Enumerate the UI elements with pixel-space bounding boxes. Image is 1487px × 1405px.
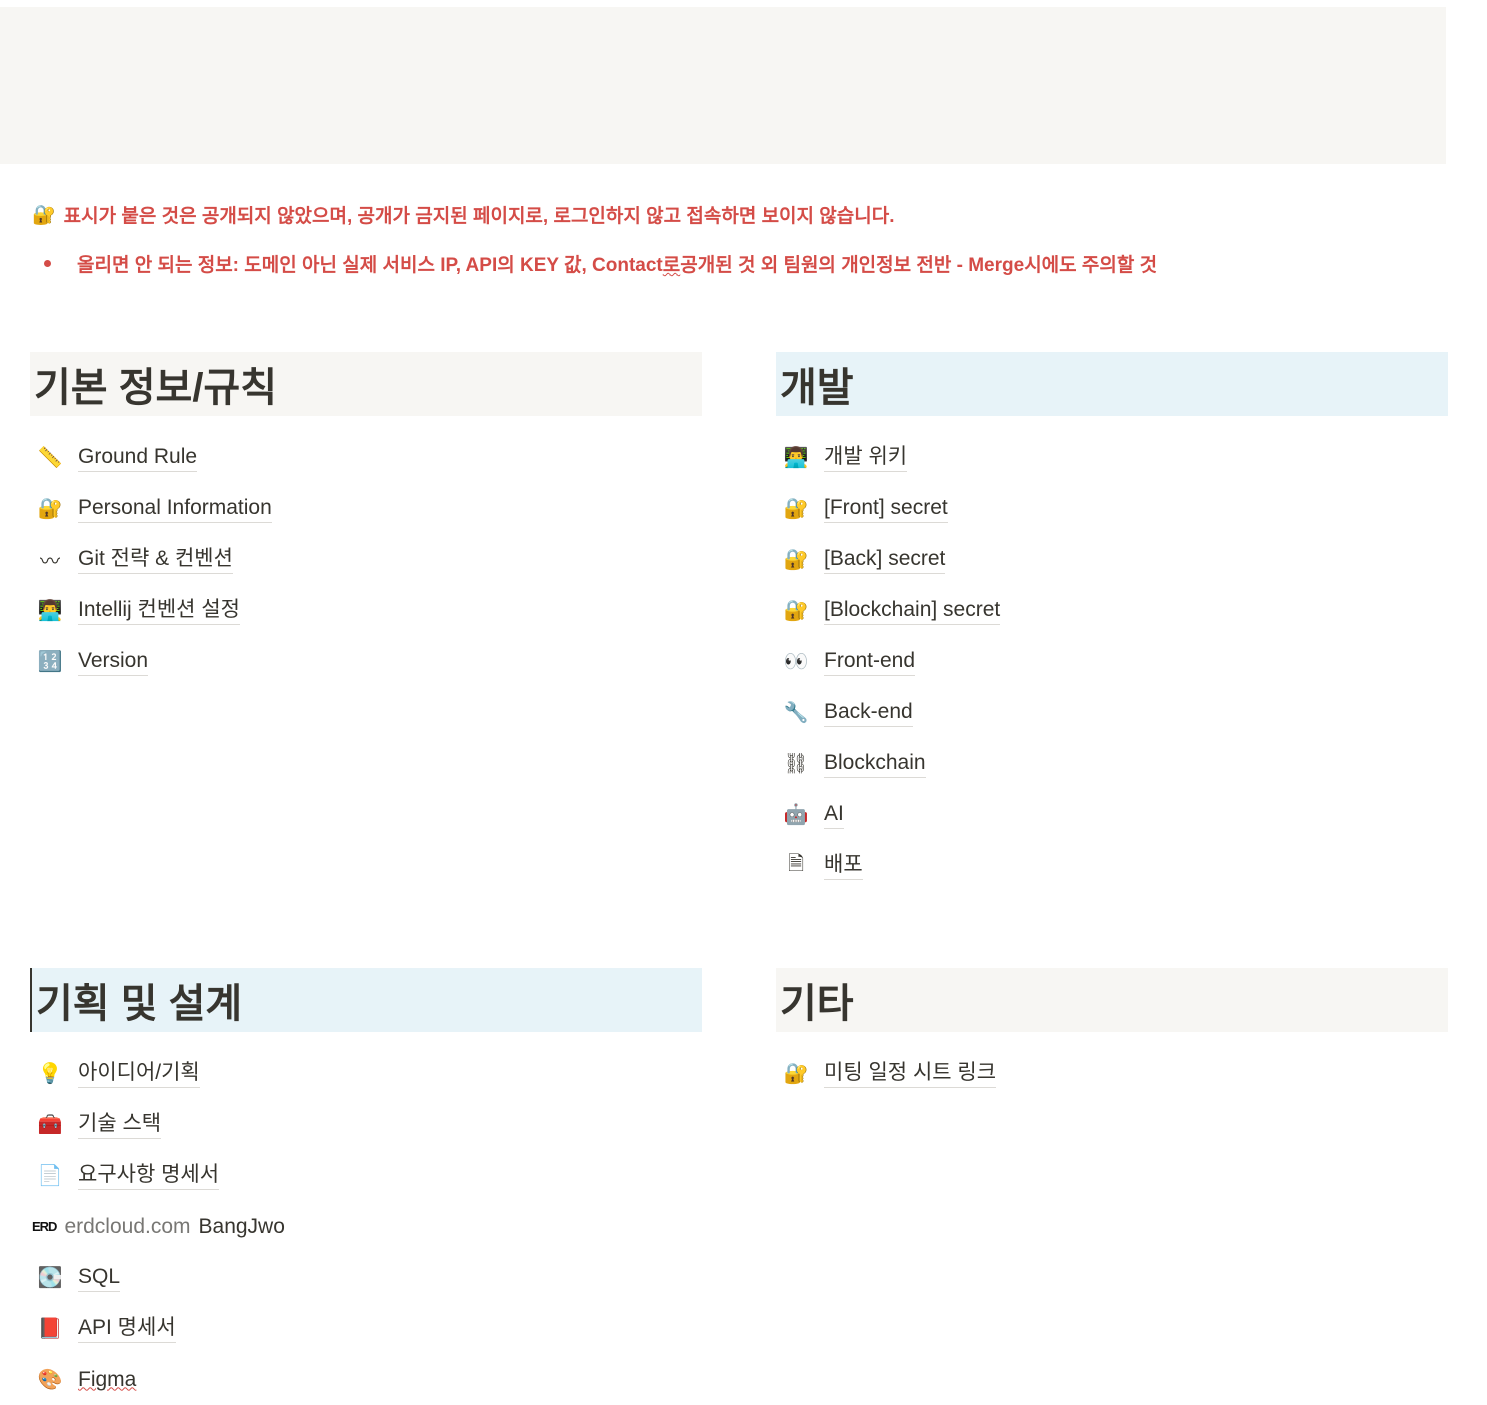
palette-icon: 🎨 bbox=[37, 1369, 63, 1391]
page-link-label[interactable]: 기술 스택 bbox=[78, 1110, 162, 1139]
page-link-label[interactable]: SQL bbox=[78, 1263, 121, 1292]
page-link-item[interactable]: 👨‍💻 Intellij 컨벤션 설정 bbox=[30, 585, 702, 636]
page-link-label[interactable]: Blockchain bbox=[824, 749, 926, 778]
page-link-item[interactable]: 📏 Ground Rule bbox=[30, 432, 702, 483]
wrench-icon: 🔧 bbox=[783, 702, 809, 724]
bullet-dot bbox=[44, 260, 51, 267]
page-link-item[interactable]: 💽 SQL bbox=[30, 1252, 702, 1303]
page-link-label[interactable]: 요구사항 명세서 bbox=[78, 1161, 220, 1190]
warning-text-a: 올리면 안 되는 정보: 도메인 아닌 실제 서비스 IP, API의 KEY … bbox=[77, 255, 663, 276]
page-link-item[interactable]: 🎨 Figma bbox=[30, 1354, 702, 1405]
page-link-item[interactable]: 👀 Front-end bbox=[776, 636, 1448, 687]
page-list: 👨‍💻 개발 위키 🔐 [Front] secret 🔐 [Back] secret 🔐 [B… bbox=[776, 432, 1448, 891]
lightbulb-icon: 💡 bbox=[37, 1063, 63, 1085]
page-link-label[interactable]: Version bbox=[78, 647, 149, 676]
erd-link-item[interactable]: ERD erdcloud.com BangJwo bbox=[30, 1201, 702, 1252]
book-icon: 📕 bbox=[37, 1318, 63, 1340]
page-link-label[interactable]: Personal Information bbox=[78, 494, 272, 523]
section-heading[interactable]: 기획 및 설계 bbox=[30, 968, 702, 1032]
warning-bullet: 올리면 안 되는 정보: 도메인 아닌 실제 서비스 IP, API의 KEY … bbox=[44, 250, 1157, 277]
notice-text: 표시가 붙은 것은 공개되지 않았으며, 공개가 금지된 페이지로, 로그인하지… bbox=[63, 206, 895, 227]
page-link-item[interactable]: 🔐 [Blockchain] secret bbox=[776, 585, 1448, 636]
page-cover bbox=[0, 7, 1446, 164]
page-link-label[interactable]: [Blockchain] secret bbox=[824, 596, 1001, 625]
erd-badge-icon: ERD bbox=[32, 1219, 57, 1234]
page-link-label[interactable]: 아이디어/기획 bbox=[78, 1059, 200, 1088]
page-icon: 🗎 bbox=[787, 852, 805, 875]
chain-icon: ⛓ bbox=[783, 753, 809, 775]
section-plan: 기획 및 설계 💡 아이디어/기획 🧰 기술 스택 📄 요구사항 명세서 ERD erdclo… bbox=[30, 968, 702, 1405]
page-link-item[interactable]: 🔢 Version bbox=[30, 636, 702, 687]
erd-user-name[interactable]: BangJwo bbox=[199, 1215, 285, 1239]
page-link-item[interactable]: 💡 아이디어/기획 bbox=[30, 1048, 702, 1099]
robot-icon: 🤖 bbox=[783, 804, 809, 826]
lock-key-icon: 🔐 bbox=[783, 1063, 809, 1085]
section-basic: 기본 정보/규칙 📏 Ground Rule 🔐 Personal Informati… bbox=[30, 352, 702, 687]
section-heading: 기본 정보/규칙 bbox=[30, 352, 702, 416]
page-link-item[interactable]: 🧰 기술 스택 bbox=[30, 1099, 702, 1150]
section-heading: 개발 bbox=[776, 352, 1448, 416]
page-link-item[interactable]: 🔐 Personal Information bbox=[30, 483, 702, 534]
page-link-label[interactable]: Git 전략 & 컨벤션 bbox=[78, 545, 233, 574]
page-link-item[interactable]: 🔐 [Back] secret bbox=[776, 534, 1448, 585]
page-link-item[interactable]: 🔐 [Front] secret bbox=[776, 483, 1448, 534]
page-link-label[interactable]: Back-end bbox=[824, 698, 913, 727]
page-list: 🔐 미팅 일정 시트 링크 bbox=[776, 1048, 1448, 1099]
toolbox-icon: 🧰 bbox=[37, 1114, 63, 1136]
page-list: 💡 아이디어/기획 🧰 기술 스택 📄 요구사항 명세서 ERD erdcloud.com Ba… bbox=[30, 1048, 702, 1405]
page-link-label[interactable]: Figma bbox=[78, 1366, 136, 1394]
page-link-label[interactable]: Intellij 컨벤션 설정 bbox=[78, 596, 240, 625]
page-link-item[interactable]: ⛓ Blockchain bbox=[776, 738, 1448, 789]
page-link-label[interactable]: AI bbox=[824, 800, 844, 829]
page-link-item[interactable]: 📕 API 명세서 bbox=[30, 1303, 702, 1354]
lock-key-icon: 🔐 bbox=[783, 549, 809, 571]
ruler-icon: 📏 bbox=[37, 447, 63, 469]
page-link-label[interactable]: [Back] secret bbox=[824, 545, 946, 574]
page-link-item[interactable]: 📄 요구사항 명세서 bbox=[30, 1150, 702, 1201]
lock-key-icon: 🔐 bbox=[32, 204, 56, 226]
disc-icon: 💽 bbox=[37, 1267, 63, 1289]
wavy-dash-icon: 〰 bbox=[40, 551, 60, 573]
lock-key-icon: 🔐 bbox=[783, 600, 809, 622]
page-link-label[interactable]: 개발 위키 bbox=[824, 443, 908, 472]
page-link-item[interactable]: 🔐 미팅 일정 시트 링크 bbox=[776, 1048, 1448, 1099]
section-heading: 기타 bbox=[776, 968, 1448, 1032]
page-link-label[interactable]: 배포 bbox=[824, 851, 863, 880]
page-link-item[interactable]: 🤖 AI bbox=[776, 789, 1448, 840]
page-link-label[interactable]: 미팅 일정 시트 링크 bbox=[824, 1059, 997, 1088]
technologist-icon: 👨‍💻 bbox=[783, 447, 809, 469]
lock-key-icon: 🔐 bbox=[37, 498, 63, 520]
notice-callout: 🔐 표시가 붙은 것은 공개되지 않았으며, 공개가 금지된 페이지로, 로그인… bbox=[32, 201, 895, 228]
page-link-item[interactable]: 🔧 Back-end bbox=[776, 687, 1448, 738]
page-link-label[interactable]: Ground Rule bbox=[78, 443, 198, 472]
page-link-item[interactable]: 〰 Git 전략 & 컨벤션 bbox=[30, 534, 702, 585]
warning-text-b: 로 bbox=[662, 255, 681, 276]
section-etc: 기타 🔐 미팅 일정 시트 링크 bbox=[776, 968, 1448, 1099]
page-link-item[interactable]: 👨‍💻 개발 위키 bbox=[776, 432, 1448, 483]
page-link-label[interactable]: [Front] secret bbox=[824, 494, 948, 523]
erd-site-link[interactable]: erdcloud.com bbox=[64, 1215, 190, 1239]
section-dev: 개발 👨‍💻 개발 위키 🔐 [Front] secret 🔐 [Back] secret… bbox=[776, 352, 1448, 891]
page-link-label[interactable]: API 명세서 bbox=[78, 1314, 176, 1343]
page-link-item[interactable]: 🗎 배포 bbox=[776, 840, 1448, 891]
technologist-icon: 👨‍💻 bbox=[37, 600, 63, 622]
eyes-icon: 👀 bbox=[783, 651, 809, 673]
page-list: 📏 Ground Rule 🔐 Personal Information 〰 Git 전략… bbox=[30, 432, 702, 687]
warning-text-c: 공개된 것 외 팀원의 개인정보 전반 - Merge시에도 주의할 것 bbox=[680, 255, 1158, 276]
page-link-label[interactable]: Front-end bbox=[824, 647, 916, 676]
document-icon: 📄 bbox=[37, 1165, 63, 1187]
lock-key-icon: 🔐 bbox=[783, 498, 809, 520]
numbers-icon: 🔢 bbox=[37, 651, 63, 673]
